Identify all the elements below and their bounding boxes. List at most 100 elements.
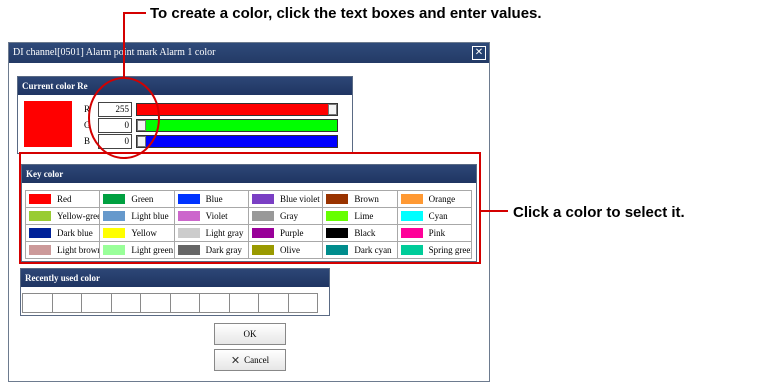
key-color-item[interactable]: Olive (248, 241, 324, 259)
r-label: R (84, 104, 91, 114)
color-name: Purple (280, 228, 304, 238)
key-color-item[interactable]: Yellow-green (25, 207, 101, 225)
recent-color-slot[interactable] (169, 293, 200, 313)
color-name: Light brown (57, 245, 101, 255)
cancel-icon: ✕ (230, 353, 241, 367)
g-value-input[interactable]: 0 (98, 118, 132, 133)
color-swatch (400, 194, 423, 204)
color-name: Lime (354, 211, 374, 221)
key-color-header: Key color (22, 165, 476, 183)
ok-label: OK (243, 329, 257, 339)
key-color-item[interactable]: Purple (248, 224, 324, 242)
ok-button[interactable]: OK (214, 323, 286, 345)
key-color-item[interactable]: Cyan (396, 207, 472, 225)
dialog-title: DI channel[0501] Alarm point mark Alarm … (13, 47, 216, 58)
color-swatch (252, 245, 274, 255)
color-swatch (29, 228, 51, 238)
key-color-item[interactable]: Pink (396, 224, 472, 242)
color-dialog: DI channel[0501] Alarm point mark Alarm … (8, 42, 490, 382)
color-name: Blue violet (280, 194, 320, 204)
color-name: Light blue (131, 211, 169, 221)
recent-color-slot[interactable] (51, 293, 82, 313)
annotation-right: Click a color to select it. (513, 204, 685, 221)
key-color-item[interactable]: Blue violet (248, 190, 324, 208)
color-name: Green (131, 194, 154, 204)
color-swatch (326, 211, 349, 221)
color-swatch (400, 228, 423, 238)
color-name: Yellow-green (57, 211, 99, 221)
key-color-item[interactable]: Lime (322, 207, 398, 225)
color-name: Black (354, 228, 376, 238)
color-swatch (177, 228, 200, 238)
color-swatch (177, 194, 200, 204)
color-name: Yellow (131, 228, 157, 238)
key-color-item[interactable]: Dark blue (25, 224, 101, 242)
key-color-grid: Red Green Blue Blue violet Brown Orange Yellow… (25, 190, 472, 259)
close-icon[interactable]: ✕ (472, 46, 486, 60)
cancel-label: Cancel (244, 355, 270, 365)
color-swatch (103, 245, 126, 255)
recent-color-slot[interactable] (140, 293, 171, 313)
color-name: Cyan (428, 211, 448, 221)
key-color-item[interactable]: Spring green (396, 241, 472, 259)
current-color-panel: Current color Re R 255 G 0 B 0 (17, 76, 353, 154)
dialog-titlebar: DI channel[0501] Alarm point mark Alarm … (9, 43, 489, 63)
key-color-item[interactable]: Dark gray (173, 241, 249, 259)
color-swatch (29, 194, 51, 204)
key-color-panel: Key color Red Green Blue Blue violet Brown Or… (21, 164, 477, 262)
color-swatch (400, 211, 423, 221)
recent-color-panel: Recently used color (20, 268, 330, 316)
b-slider[interactable] (136, 135, 338, 148)
color-swatch (103, 211, 126, 221)
recent-color-slot[interactable] (199, 293, 230, 313)
b-value-input[interactable]: 0 (98, 134, 132, 149)
b-slider-thumb[interactable] (137, 136, 146, 147)
color-swatch (326, 228, 349, 238)
g-slider-thumb[interactable] (137, 120, 146, 131)
key-color-item[interactable]: Light green (99, 241, 175, 259)
key-color-item[interactable]: Light gray (173, 224, 249, 242)
color-name: Brown (354, 194, 379, 204)
key-color-item[interactable]: Light blue (99, 207, 175, 225)
color-swatch (103, 228, 126, 238)
color-name: Gray (280, 211, 298, 221)
recent-color-slot[interactable] (228, 293, 259, 313)
color-name: Red (57, 194, 72, 204)
color-name: Light green (131, 245, 174, 255)
g-label: G (84, 120, 91, 130)
color-swatch (103, 194, 126, 204)
recent-color-slot[interactable] (258, 293, 289, 313)
color-swatch (177, 245, 200, 255)
key-color-item[interactable]: Light brown (25, 241, 101, 259)
recent-color-header: Recently used color (21, 269, 329, 287)
color-swatch (29, 245, 51, 255)
key-color-item[interactable]: Red (25, 190, 101, 208)
key-color-item[interactable]: Blue (173, 190, 249, 208)
key-color-item[interactable]: Gray (248, 207, 324, 225)
recent-color-slot[interactable] (287, 293, 318, 313)
key-color-item[interactable]: Dark cyan (322, 241, 398, 259)
g-slider[interactable] (136, 119, 338, 132)
key-color-item[interactable]: Orange (396, 190, 472, 208)
color-swatch (252, 194, 274, 204)
color-name: Dark gray (205, 245, 242, 255)
r-slider[interactable] (136, 103, 338, 116)
key-color-item[interactable]: Green (99, 190, 175, 208)
r-slider-thumb[interactable] (328, 104, 337, 115)
color-name: Pink (428, 228, 446, 238)
color-swatch (29, 211, 51, 221)
color-name: Violet (205, 211, 228, 221)
key-color-item[interactable]: Yellow (99, 224, 175, 242)
color-name: Light gray (205, 228, 244, 238)
recent-color-slot[interactable] (81, 293, 112, 313)
recent-color-slot[interactable] (110, 293, 141, 313)
current-color-header: Current color Re (18, 77, 352, 95)
recent-color-slot[interactable] (22, 293, 53, 313)
cancel-button[interactable]: ✕ Cancel (214, 349, 286, 371)
r-value-input[interactable]: 255 (98, 102, 132, 117)
color-name: Dark cyan (354, 245, 392, 255)
key-color-item[interactable]: Brown (322, 190, 398, 208)
key-color-item[interactable]: Black (322, 224, 398, 242)
color-name: Blue (205, 194, 223, 204)
key-color-item[interactable]: Violet (173, 207, 249, 225)
